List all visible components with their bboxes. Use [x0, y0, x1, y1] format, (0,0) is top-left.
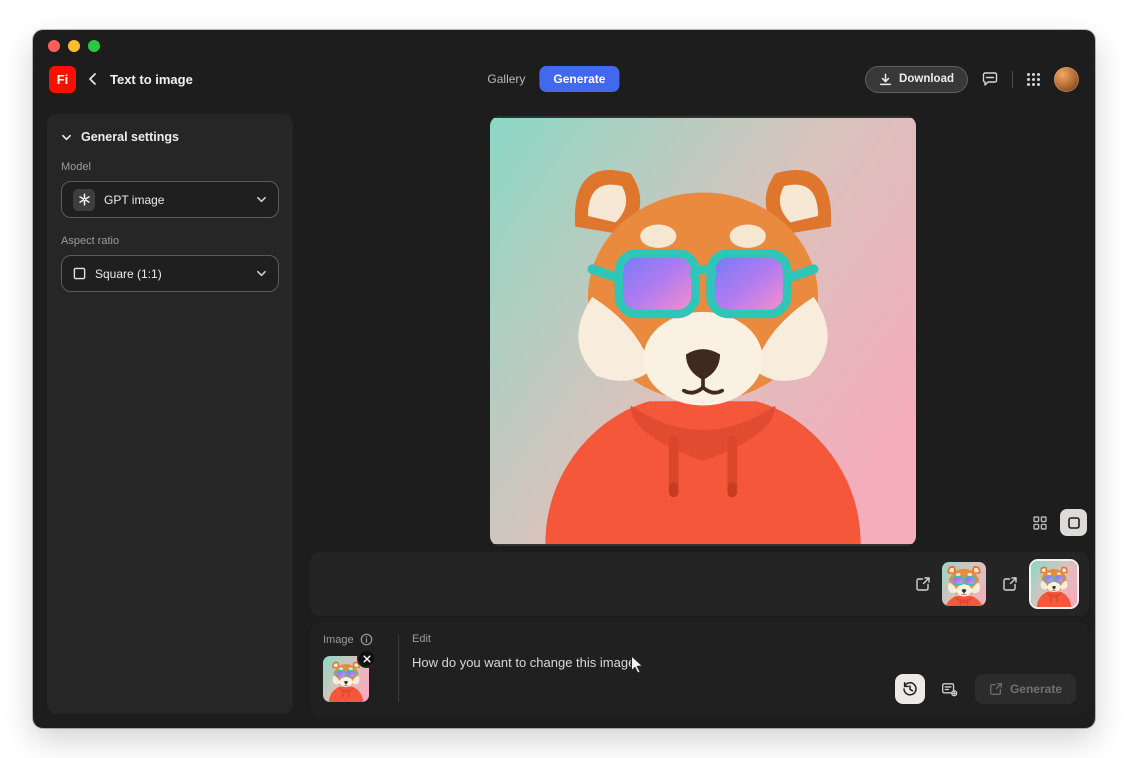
results-carousel [310, 552, 1089, 616]
general-settings-toggle[interactable]: General settings [61, 130, 279, 144]
apps-grid-icon [1027, 72, 1040, 86]
image-section-label: Image [323, 633, 354, 646]
zoom-window-button[interactable] [88, 40, 100, 52]
openai-logo-icon [73, 188, 95, 211]
aspect-ratio-label: Aspect ratio [61, 235, 120, 247]
page: Fi Text to image Gallery Generate Downlo… [0, 0, 1128, 758]
model-value: GPT image [104, 192, 165, 207]
model-dropdown[interactable]: GPT image [61, 181, 279, 218]
download-button[interactable]: Download [865, 65, 968, 93]
remove-image-button[interactable] [357, 649, 376, 668]
back-button[interactable] [86, 72, 100, 86]
export-button[interactable] [911, 572, 935, 596]
app-header: Fi Text to image Gallery Generate Downlo… [33, 56, 1095, 102]
info-button[interactable] [360, 633, 373, 646]
composer-image-section: Image [323, 633, 385, 704]
composer-actions: Generate [894, 674, 1076, 704]
download-icon [879, 73, 892, 85]
prompt-input[interactable] [412, 655, 772, 670]
result-item-selected [998, 559, 1079, 609]
user-avatar[interactable] [1054, 66, 1079, 92]
export-icon [1003, 577, 1017, 591]
aspect-ratio-dropdown[interactable]: Square (1:1) [61, 255, 279, 292]
generated-image [490, 116, 916, 546]
generate-tab[interactable]: Generate [539, 66, 620, 92]
close-window-button[interactable] [48, 40, 60, 52]
info-icon [360, 633, 372, 646]
grid-view-button[interactable] [1026, 509, 1053, 536]
export-icon [916, 577, 930, 591]
traffic-lights [48, 40, 100, 52]
gallery-tab[interactable]: Gallery [487, 72, 525, 86]
header-right: Download [865, 65, 1079, 93]
history-button[interactable] [894, 674, 925, 704]
result-item [911, 562, 986, 606]
apps-grid-button[interactable] [1026, 72, 1041, 87]
reference-image-wrap [323, 649, 376, 702]
generate-button[interactable]: Generate [974, 674, 1076, 704]
edit-section-label: Edit [412, 633, 431, 645]
prompt-settings-icon [942, 682, 958, 696]
chevron-down-icon [62, 134, 71, 140]
red-panda-illustration [490, 116, 916, 546]
prompt-settings-button[interactable] [935, 674, 965, 704]
aspect-ratio-value: Square (1:1) [95, 266, 162, 281]
history-icon [903, 682, 917, 696]
header-divider [1012, 70, 1013, 88]
app-window: Fi Text to image Gallery Generate Downlo… [33, 30, 1095, 728]
page-title: Text to image [110, 71, 193, 87]
header-left: Fi Text to image [49, 65, 193, 93]
header-center: Gallery Generate [487, 66, 620, 92]
window-titlebar [33, 30, 1095, 56]
single-view-button[interactable] [1060, 509, 1087, 536]
result-thumbnail-selected[interactable] [1029, 559, 1079, 609]
download-label: Download [899, 73, 954, 85]
general-settings-label: General settings [81, 130, 179, 144]
composer-edit-section: Edit Generate [412, 633, 1076, 704]
export-button[interactable] [998, 572, 1022, 596]
result-thumbnail[interactable] [942, 562, 986, 606]
generate-button-label: Generate [1009, 682, 1062, 696]
chevron-down-icon [256, 268, 267, 279]
export-icon [990, 683, 1002, 695]
firefly-logo: Fi [49, 65, 76, 93]
minimize-window-button[interactable] [68, 40, 80, 52]
feedback-icon [982, 72, 998, 86]
chevron-down-icon [256, 194, 267, 205]
square-aspect-icon [73, 267, 86, 280]
model-label: Model [61, 161, 91, 173]
single-view-icon [1067, 516, 1080, 529]
prompt-composer: Image Edit How do you want to change thi… [310, 622, 1089, 715]
composer-divider [398, 635, 399, 702]
feedback-button[interactable] [981, 70, 999, 88]
back-chevron-icon [89, 73, 96, 85]
close-icon [362, 654, 371, 663]
settings-sidebar: General settings Model GPT image Aspect … [47, 114, 293, 714]
grid-view-icon [1032, 515, 1047, 530]
view-toggle [1026, 509, 1087, 536]
